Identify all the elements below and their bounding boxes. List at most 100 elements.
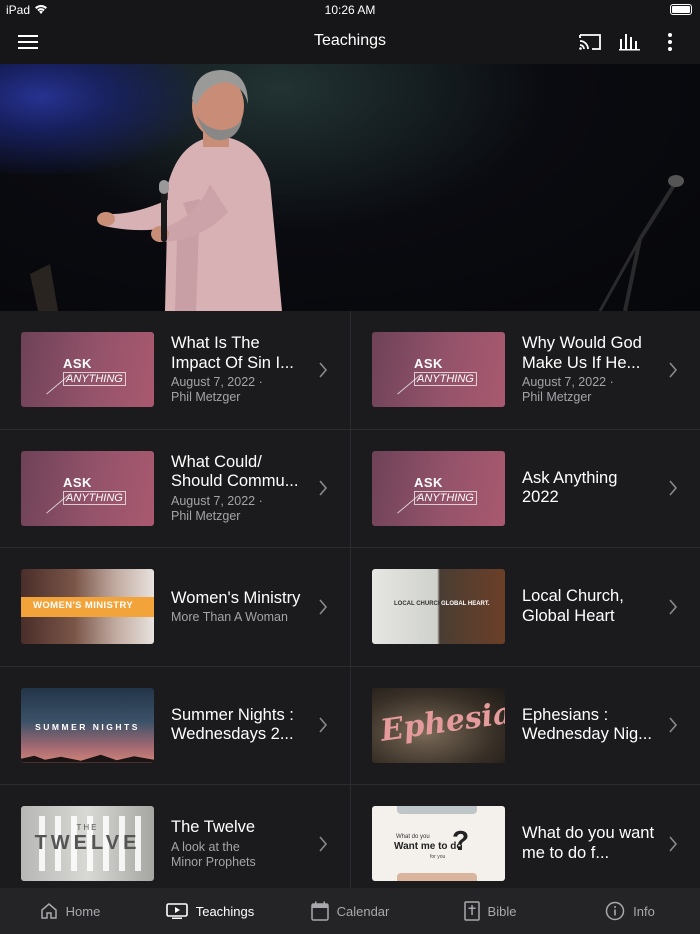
- tab-calendar[interactable]: Calendar: [280, 888, 420, 934]
- tab-label: Info: [633, 903, 655, 919]
- tab-label: Teachings: [195, 903, 255, 919]
- tab-teachings[interactable]: Teachings: [140, 888, 280, 934]
- teaching-thumbnail: SUMMER NIGHTS: [21, 687, 154, 763]
- tab-label: Calendar: [336, 903, 390, 919]
- thumb-subtitle: GLOBAL HEART.: [441, 601, 490, 608]
- teaching-card[interactable]: LOCAL CHURCH. GLOBAL HEART. Local Church…: [350, 548, 700, 666]
- info-icon: [605, 901, 625, 921]
- thumb-title: ASK: [414, 474, 443, 490]
- teaching-thumbnail: What do you Want me to do ? for you: [372, 806, 505, 882]
- chevron-right-icon: [319, 599, 328, 615]
- teaching-thumbnail: Ephesians: [372, 687, 505, 763]
- teaching-title: Summer Nights : Wednesdays 2...: [171, 705, 294, 744]
- thumb-subtitle: ANYTHING: [63, 372, 126, 387]
- thumb-title: ASK: [63, 474, 92, 490]
- teaching-speaker: Phil Metzger: [522, 390, 592, 405]
- calendar-icon: [310, 901, 329, 921]
- thumb-kicker: What do you: [396, 834, 430, 841]
- tab-bible[interactable]: Bible: [420, 888, 560, 934]
- teaching-title: What Could/ Should Commu...: [171, 452, 299, 491]
- teaching-thumbnail: LOCAL CHURCH. GLOBAL HEART.: [372, 569, 505, 645]
- thumb-photo-strip: [397, 873, 477, 882]
- tab-bar: Home Teachings Calendar Bible Info: [0, 888, 700, 934]
- teaching-thumbnail: ASK ANYTHING: [372, 450, 505, 526]
- teaching-subtitle: More Than A Woman: [171, 610, 288, 624]
- teaching-title: What do you want me to do f...: [522, 824, 655, 862]
- teaching-date: August 7, 2022 ·: [522, 375, 614, 390]
- navigation-bar: Teachings: [0, 20, 700, 64]
- cast-icon[interactable]: [574, 26, 606, 58]
- thumb-title: LOCAL CHURCH.: [394, 601, 444, 608]
- teaching-thumbnail: THE TWELVE: [21, 806, 154, 882]
- teaching-card[interactable]: Ephesians Ephesians : Wednesday Nig...: [350, 666, 700, 784]
- question-mark-icon: ?: [452, 825, 470, 857]
- teaching-title: Local Church, Global Heart: [522, 587, 624, 625]
- thumb-subtitle: for you: [430, 854, 446, 861]
- status-bar: iPad 10:26 AM: [0, 0, 700, 20]
- teaching-speaker: Phil Metzger: [171, 390, 241, 405]
- teaching-card[interactable]: ASK ANYTHING Why Would God Make Us If He…: [350, 311, 700, 429]
- teaching-card[interactable]: THE TWELVE The Twelve A look at the Mino…: [0, 785, 350, 888]
- teaching-thumbnail: WOMEN'S MINISTRY: [21, 569, 154, 645]
- teaching-thumbnail: ASK ANYTHING: [372, 332, 505, 408]
- teaching-card[interactable]: ASK ANYTHING What Is The Impact Of Sin I…: [0, 311, 350, 429]
- tab-label: Home: [65, 903, 101, 919]
- thumb-title: WOMEN'S MINISTRY: [33, 600, 134, 612]
- chevron-right-icon: [669, 836, 678, 852]
- teaching-card[interactable]: ASK ANYTHING Ask Anything 2022: [350, 429, 700, 547]
- teaching-card[interactable]: SUMMER NIGHTS Summer Nights : Wednesdays…: [0, 667, 350, 785]
- teaching-title: Why Would God Make Us If He...: [522, 334, 642, 372]
- teaching-speaker: Phil Metzger: [171, 508, 241, 523]
- video-icon: [165, 903, 188, 919]
- thumb-silhouette: [21, 754, 154, 763]
- teaching-title: Women's Ministry: [171, 588, 301, 607]
- teachings-grid: ASK ANYTHING What Is The Impact Of Sin I…: [0, 311, 700, 888]
- bible-icon: [463, 901, 480, 921]
- teaching-subtitle: A look at the Minor Prophets: [171, 839, 256, 869]
- teaching-card[interactable]: What do you Want me to do ? for you What…: [350, 785, 700, 888]
- thumb-subtitle: ANYTHING: [63, 490, 126, 505]
- tab-label: Bible: [487, 903, 517, 919]
- grid-row: WOMEN'S MINISTRY Women's Ministry More T…: [0, 548, 700, 667]
- thumb-title: ASK: [63, 356, 92, 372]
- thumb-title: TWELVE: [34, 832, 141, 855]
- status-time: 10:26 AM: [324, 3, 376, 17]
- chevron-right-icon: [319, 717, 328, 733]
- chevron-right-icon: [669, 599, 678, 615]
- grid-row: SUMMER NIGHTS Summer Nights : Wednesdays…: [0, 666, 700, 785]
- teaching-title: The Twelve: [171, 818, 256, 836]
- more-vertical-icon[interactable]: [654, 26, 686, 58]
- teaching-card[interactable]: WOMEN'S MINISTRY Women's Ministry More T…: [0, 548, 350, 666]
- chevron-right-icon: [669, 480, 678, 496]
- featured-hero-image[interactable]: [0, 64, 700, 311]
- teaching-card[interactable]: ASK ANYTHING What Could/ Should Commu...…: [0, 430, 350, 548]
- speaker-photo: [30, 70, 684, 311]
- teaching-title: Ask Anything 2022: [522, 468, 618, 507]
- thumb-subtitle: ANYTHING: [414, 372, 477, 387]
- chevron-right-icon: [319, 480, 328, 496]
- battery-icon: [670, 4, 692, 15]
- teaching-thumbnail: ASK ANYTHING: [21, 332, 154, 408]
- chevron-right-icon: [319, 836, 328, 852]
- teaching-date: August 7, 2022 ·: [171, 493, 263, 508]
- thumb-title: ASK: [414, 356, 443, 372]
- thumb-title: SUMMER NIGHTS: [35, 721, 140, 732]
- thumb-title: Ephesians: [378, 690, 505, 749]
- teaching-title: What Is The Impact Of Sin I...: [171, 334, 294, 372]
- home-icon: [40, 903, 57, 919]
- teaching-date: August 7, 2022 ·: [171, 375, 263, 390]
- chevron-right-icon: [669, 362, 678, 378]
- tab-info[interactable]: Info: [560, 888, 700, 934]
- thumb-subtitle: ANYTHING: [414, 490, 477, 505]
- grid-row: ASK ANYTHING What Is The Impact Of Sin I…: [0, 311, 700, 430]
- thumb-kicker: THE: [76, 823, 99, 833]
- teaching-title: Ephesians : Wednesday Nig...: [522, 705, 652, 744]
- chevron-right-icon: [669, 717, 678, 733]
- tab-home[interactable]: Home: [0, 888, 140, 934]
- grid-row: ASK ANYTHING What Could/ Should Commu...…: [0, 429, 700, 548]
- thumb-photo-strip: [397, 806, 477, 815]
- grid-row: THE TWELVE The Twelve A look at the Mino…: [0, 785, 700, 888]
- audio-bars-icon[interactable]: [614, 26, 646, 58]
- teaching-thumbnail: ASK ANYTHING: [21, 450, 154, 526]
- chevron-right-icon: [319, 362, 328, 378]
